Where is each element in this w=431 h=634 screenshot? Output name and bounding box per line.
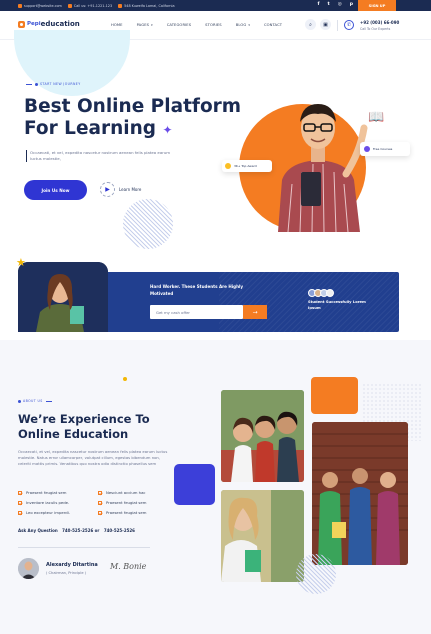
decor-dot	[123, 377, 127, 381]
about-section: ABOUT US We’re Experience To Online Educ…	[0, 340, 431, 634]
dot-icon	[35, 82, 38, 86]
avatar	[18, 558, 39, 579]
hatch-decor	[123, 199, 173, 249]
topbar-address: 548 Kuweifa Lamai, California	[118, 3, 175, 8]
learn-more-link[interactable]: Learn More	[119, 187, 141, 192]
location-icon	[118, 3, 123, 8]
cash-offer-input[interactable]: Get my cash offer	[150, 305, 243, 319]
search-icon[interactable]: ⌕	[305, 19, 316, 30]
cta-banner: ★ Hard Worker. These Students Are Highly…	[16, 256, 399, 332]
nav-phone-caption: Call To Our Experts	[360, 27, 391, 31]
about-phone-2[interactable]: 740-525-2526	[104, 528, 135, 533]
banner-student-image	[18, 262, 108, 332]
check-icon	[98, 500, 102, 505]
page: support@website.com Call us: +91-1221-12…	[0, 0, 431, 634]
student-avatars	[308, 289, 334, 297]
about-tagline: ABOUT US	[18, 399, 52, 403]
feature-checklist: Praesent feugiat sem Nesciunt accium hac…	[18, 490, 178, 515]
nav-item-blog[interactable]: BLOG	[236, 23, 250, 27]
logo[interactable]: Pepi education	[18, 20, 80, 28]
dot-icon	[18, 399, 21, 403]
nav-item-pages[interactable]: PAGES	[137, 23, 153, 27]
pinterest-icon[interactable]: p	[350, 2, 353, 7]
list-item: Leo excepteur imperdi.	[18, 510, 98, 515]
divider	[18, 547, 150, 548]
nav-phone-number[interactable]: +92 (003) 66-090	[360, 20, 399, 25]
list-item: Praesent feugiat sem	[98, 500, 178, 505]
hero-tagline: START NEW JOURNEY	[26, 82, 81, 86]
students-success-text: Student Successfully Lorem Ipsum	[308, 300, 366, 310]
top-bar: support@website.com Call us: +91-1221-12…	[0, 0, 431, 11]
author-name: Alexardy Ditartina	[46, 562, 98, 568]
decor-blue-square	[174, 464, 215, 505]
students-group-photo	[221, 390, 304, 482]
social-links: f t ◎ p	[317, 2, 353, 7]
signup-button[interactable]: SIGN UP	[358, 0, 396, 11]
author-role: ( Chairman, Principle )	[46, 571, 87, 575]
student-girl-photo	[221, 490, 304, 582]
students-wall-photo	[312, 422, 408, 565]
students-wall-image	[312, 422, 408, 565]
check-icon	[18, 500, 22, 505]
hero-decor-blob	[14, 30, 130, 96]
hero-section: START NEW JOURNEY Best Online Platform F…	[0, 30, 431, 262]
check-icon	[98, 510, 102, 515]
facebook-icon[interactable]: f	[317, 2, 319, 7]
course-icon	[364, 146, 370, 152]
phone-call-icon[interactable]: ✆	[344, 20, 354, 30]
banner-title: Hard Worker. These Students Are Highly M…	[150, 284, 244, 296]
cart-icon[interactable]: ▣	[320, 19, 331, 30]
author-signature: M. Bonie	[110, 562, 147, 571]
students-phone-image	[221, 390, 304, 482]
nav-item-stories[interactable]: STORIES	[205, 23, 222, 27]
author-avatar-image	[18, 558, 39, 579]
check-icon	[98, 490, 102, 495]
avatar	[326, 289, 334, 297]
phone-icon	[67, 3, 72, 8]
hatch-decor	[296, 554, 336, 594]
list-item: Praesent feugiat sem	[98, 510, 178, 515]
play-icon[interactable]: ▶	[100, 182, 115, 197]
decor-orange-square	[311, 377, 358, 414]
award-badge: 3K+ Top Award	[222, 160, 272, 172]
join-us-button[interactable]: Join Us Now	[24, 180, 87, 200]
nav-menu: HOME PAGES CATEGORIES STORIES BLOG CONTA…	[111, 23, 296, 27]
about-title: We’re Experience To Online Education	[18, 412, 150, 441]
logo-mark-icon	[18, 20, 25, 28]
about-phone-1[interactable]: 740-525-2526	[62, 528, 93, 533]
list-item: Nesciunt accium hac	[98, 490, 178, 495]
sparkle-icon: ✦	[162, 123, 173, 137]
check-icon	[18, 490, 22, 495]
about-description: Occaecati, et vel, expedita nascetur nos…	[18, 449, 168, 466]
list-item: Praesent feugiat sem	[18, 490, 98, 495]
book-award-icon: 📖	[368, 110, 385, 125]
student-girl-image	[221, 490, 304, 582]
nav-item-categories[interactable]: CATEGORIES	[167, 23, 191, 27]
hero-student-image	[278, 104, 368, 232]
nav-divider	[337, 20, 338, 31]
nav-item-home[interactable]: HOME	[111, 23, 123, 27]
instagram-icon[interactable]: ◎	[338, 2, 342, 7]
star-icon: ★	[16, 256, 26, 269]
list-item: Inventore iaculis pede.	[18, 500, 98, 505]
nav-item-contact[interactable]: CONTACT	[264, 23, 282, 27]
hero-title: Best Online Platform For Learning ✦	[24, 96, 242, 139]
cash-offer-submit-button[interactable]: →	[243, 305, 267, 319]
ask-question-line: Ask Any Question 740-525-2526 or 740-525…	[18, 528, 135, 533]
mail-icon	[18, 3, 22, 8]
topbar-email[interactable]: support@website.com	[18, 3, 62, 8]
topbar-phone[interactable]: Call us: +91-1221-123	[67, 3, 112, 8]
courses-badge: Free Courses	[360, 142, 410, 156]
hero-description: Occaecati, et vel, expedita nascetur nos…	[26, 150, 182, 162]
check-icon	[18, 510, 22, 515]
twitter-icon[interactable]: t	[327, 2, 329, 7]
banner-student-photo	[18, 262, 108, 332]
trophy-icon	[225, 163, 231, 169]
